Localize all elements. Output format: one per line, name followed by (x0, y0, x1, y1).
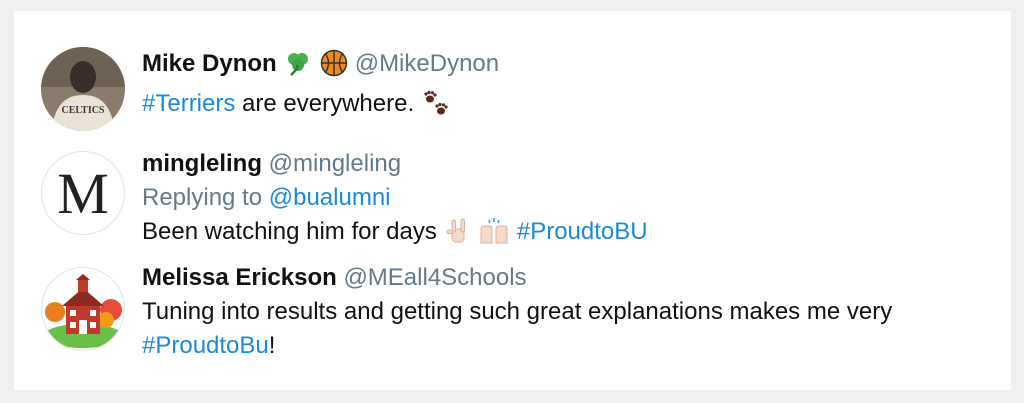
tweet-text-body: Tuning into results and getting such gre… (142, 298, 893, 325)
avatar[interactable] (41, 267, 125, 351)
tweet-text-body: Been watching him for days (142, 218, 437, 245)
hashtag-link[interactable]: #ProudtoBu (142, 332, 269, 359)
basketball-icon (320, 49, 348, 87)
tweet-text: Been watching him for days #ProudtoBU (142, 215, 991, 255)
tweet-text: #Terriers are everywhere. (142, 87, 991, 127)
display-name[interactable]: mingleling (142, 150, 262, 177)
shamrock-icon (283, 49, 313, 87)
user-handle[interactable]: @MikeDynon (355, 50, 499, 77)
raising-hands-icon (478, 217, 510, 255)
tweet-text: Tuning into results and getting such gre… (142, 295, 972, 363)
tweet-header: mingleling @mingleling (142, 147, 991, 181)
svg-text:CELTICS: CELTICS (62, 105, 105, 116)
replying-to-label: Replying to (142, 184, 263, 211)
tweet-header: Mike Dynon @MikeDynon (142, 47, 991, 87)
rock-on-hand-icon (444, 217, 472, 255)
tweet-text-suffix: ! (268, 332, 276, 359)
paw-prints-icon (421, 89, 451, 127)
schoolhouse-icon (43, 274, 123, 348)
avatar[interactable]: CELTICS (41, 47, 125, 131)
user-handle[interactable]: @mingleling (269, 150, 401, 177)
avatar-letter: M (57, 160, 109, 226)
replying-to-link[interactable]: @bualumni (269, 184, 391, 211)
tweet-list-card: CELTICS Mike Dynon @MikeDynon #Terriers … (14, 11, 1011, 390)
tweet-item[interactable]: CELTICS Mike Dynon @MikeDynon #Terriers … (14, 11, 1011, 141)
tweet-text-body: are everywhere. (235, 90, 415, 117)
display-name[interactable]: Mike Dynon (142, 50, 277, 77)
tweet-header: Melissa Erickson @MEall4Schools (142, 261, 991, 295)
avatar-photo: CELTICS (41, 47, 125, 131)
avatar[interactable]: M (41, 151, 125, 235)
tweet-item[interactable]: Melissa Erickson @MEall4Schools Tuning i… (14, 259, 1011, 390)
hashtag-link[interactable]: #ProudtoBU (517, 218, 648, 245)
display-name[interactable]: Melissa Erickson (142, 264, 337, 291)
hashtag-link[interactable]: #Terriers (142, 90, 235, 117)
user-handle[interactable]: @MEall4Schools (343, 264, 526, 291)
replying-to-line: Replying to @bualumni (142, 181, 991, 215)
tweet-item[interactable]: M mingleling @mingleling Replying to @bu… (14, 141, 1011, 259)
